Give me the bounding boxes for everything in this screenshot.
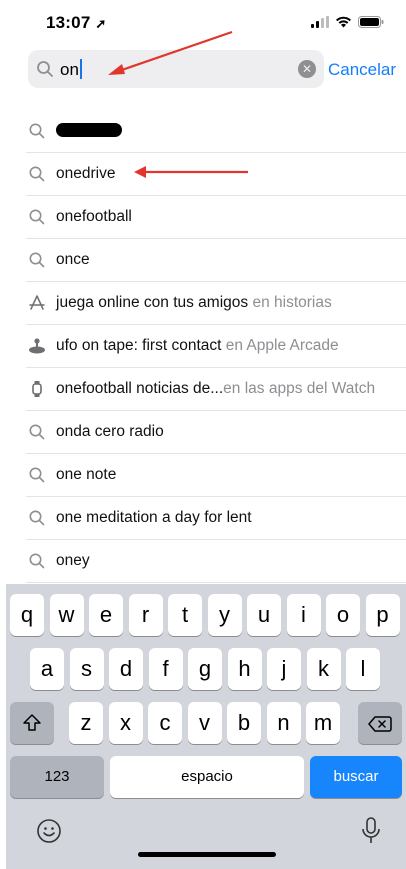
- suggestion-text: onefootball: [56, 208, 132, 225]
- suggestion-item[interactable]: onefootball: [26, 196, 406, 239]
- key-v[interactable]: v: [187, 702, 222, 744]
- search-icon: [37, 61, 53, 77]
- key-m[interactable]: m: [306, 702, 340, 744]
- search-icon: [28, 509, 46, 527]
- suggestion-label: one meditation a day for lent: [56, 509, 252, 527]
- key-q[interactable]: q: [10, 594, 44, 636]
- home-indicator[interactable]: [138, 852, 276, 857]
- search-icon: [28, 208, 46, 226]
- key-o[interactable]: o: [326, 594, 360, 636]
- suggestion-item[interactable]: one meditation a day for lent: [26, 497, 406, 540]
- emoji-icon[interactable]: [36, 818, 62, 849]
- redacted-text: [56, 123, 122, 137]
- suggestion-text: once: [56, 251, 90, 268]
- suggestion-text: one note: [56, 466, 117, 483]
- suggestion-text: one meditation a day for lent: [56, 509, 252, 526]
- suggestion-item[interactable]: onefootball noticias de...en las apps de…: [26, 368, 406, 411]
- appstore-icon: [28, 294, 46, 312]
- shift-key[interactable]: [10, 702, 54, 744]
- text-caret: [79, 59, 82, 79]
- key-d[interactable]: d: [109, 648, 143, 690]
- suggestion-label: onda cero radio: [56, 423, 164, 441]
- key-n[interactable]: n: [266, 702, 301, 744]
- microphone-icon[interactable]: [360, 816, 382, 851]
- key-r[interactable]: r: [128, 594, 163, 636]
- key-c[interactable]: c: [148, 702, 182, 744]
- key-s[interactable]: s: [69, 648, 104, 690]
- suggestion-text: ufo on tape: first contact: [56, 337, 222, 354]
- cellular-signal-icon: [311, 16, 329, 28]
- key-e[interactable]: e: [89, 594, 123, 636]
- wifi-icon: [336, 16, 351, 28]
- suggestion-label: juega online con tus amigos en historias: [56, 294, 332, 312]
- suggestion-item[interactable]: ufo on tape: first contact en Apple Arca…: [26, 325, 406, 368]
- annotation-arrow-search: [108, 30, 233, 75]
- status-time: 13:07 ➚: [46, 13, 107, 32]
- search-icon: [28, 165, 46, 183]
- numbers-key[interactable]: 123: [10, 756, 104, 798]
- delete-key[interactable]: [358, 702, 402, 744]
- suggestion-label: one note: [56, 466, 116, 484]
- annotation-arrow-onedrive: [134, 166, 248, 178]
- suggestion-text: juega online con tus amigos: [56, 294, 249, 311]
- space-key[interactable]: espacio: [110, 756, 304, 798]
- suggestion-label: onefootball: [56, 208, 132, 226]
- suggestion-item[interactable]: one note: [26, 454, 406, 497]
- search-icon: [28, 466, 46, 484]
- key-p[interactable]: p: [365, 594, 400, 636]
- search-input[interactable]: on: [60, 59, 82, 80]
- search-icon: [28, 251, 46, 269]
- suggestion-item[interactable]: onda cero radio: [26, 411, 406, 454]
- shift-icon: [23, 714, 41, 731]
- search-icon: [28, 423, 46, 441]
- watch-icon: [28, 380, 46, 398]
- suggestion-context: en las apps del Watch: [223, 380, 376, 397]
- key-y[interactable]: y: [207, 594, 242, 636]
- suggestion-context: en historias: [248, 294, 332, 311]
- delete-icon: [368, 716, 392, 732]
- key-h[interactable]: h: [227, 648, 262, 690]
- search-icon: [28, 122, 46, 140]
- suggestion-item[interactable]: once: [26, 239, 406, 282]
- key-j[interactable]: j: [267, 648, 301, 690]
- arcade-icon: [28, 337, 46, 355]
- suggestion-label: ufo on tape: first contact en Apple Arca…: [56, 337, 339, 355]
- suggestion-label: once: [56, 251, 90, 269]
- key-u[interactable]: u: [247, 594, 281, 636]
- key-k[interactable]: k: [306, 648, 341, 690]
- suggestion-text: onedrive: [56, 165, 116, 182]
- key-g[interactable]: g: [188, 648, 222, 690]
- key-t[interactable]: t: [168, 594, 202, 636]
- suggestion-label: onefootball noticias de...en las apps de…: [56, 380, 375, 398]
- suggestion-item[interactable]: oney: [26, 540, 406, 583]
- key-z[interactable]: z: [69, 702, 103, 744]
- search-return-key[interactable]: buscar: [310, 756, 402, 798]
- suggestion-text: oney: [56, 552, 90, 569]
- cancel-button[interactable]: Cancelar: [328, 60, 396, 80]
- app-store-search-screen: 13:07 ➚ on ✕ Cancelar onedrive onefootba…: [6, 0, 406, 869]
- key-a[interactable]: a: [30, 648, 64, 690]
- suggestion-text: onda cero radio: [56, 423, 164, 440]
- keyboard: q w e r t y u i o p a s d f g h j k l z x c v b n m 123 espacio busc…: [6, 584, 406, 869]
- search-icon: [28, 552, 46, 570]
- clear-search-icon[interactable]: ✕: [298, 60, 316, 78]
- key-f[interactable]: f: [148, 648, 183, 690]
- status-icons: [311, 16, 384, 28]
- key-i[interactable]: i: [286, 594, 321, 636]
- key-b[interactable]: b: [227, 702, 261, 744]
- suggestion-item[interactable]: [26, 110, 406, 153]
- key-x[interactable]: x: [108, 702, 143, 744]
- suggestion-item[interactable]: juega online con tus amigos en historias: [26, 282, 406, 325]
- suggestion-text: onefootball noticias de...: [56, 380, 224, 397]
- suggestion-label: onedrive: [56, 165, 115, 183]
- key-w[interactable]: w: [49, 594, 84, 636]
- battery-icon: [358, 16, 384, 28]
- suggestion-context: en Apple Arcade: [221, 337, 339, 354]
- key-l[interactable]: l: [346, 648, 380, 690]
- suggestion-label: oney: [56, 552, 90, 570]
